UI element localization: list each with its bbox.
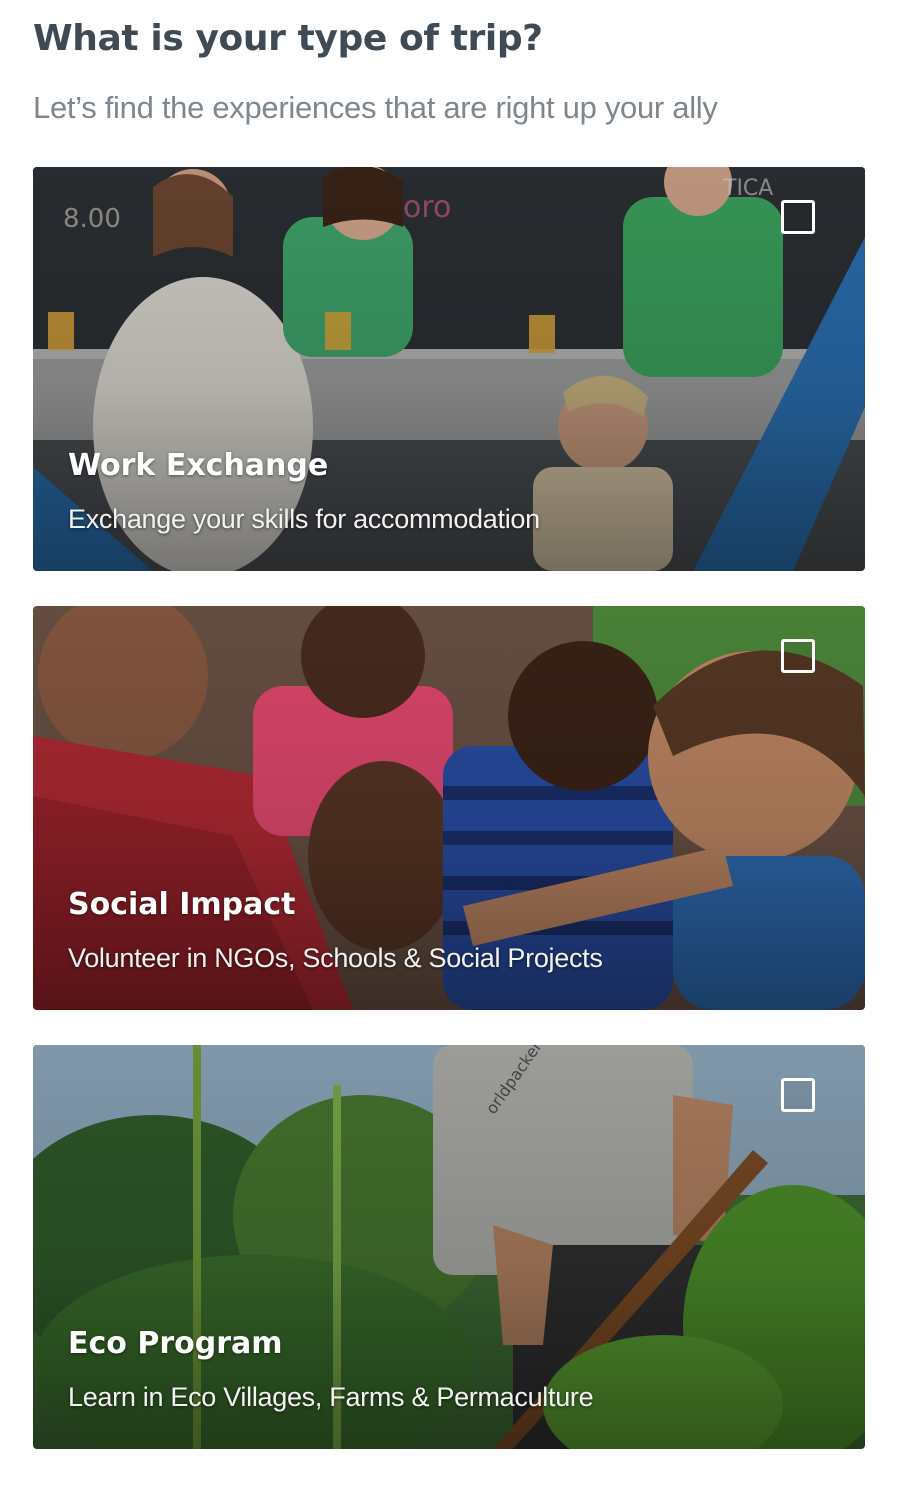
card-description: Learn in Eco Villages, Farms & Permacult…: [68, 1382, 594, 1412]
trip-card-eco-program[interactable]: orldpackers Eco Program Learn in Eco Vil…: [33, 1045, 865, 1449]
trip-card-social-impact[interactable]: Social Impact Volunteer in NGOs, Schools…: [33, 606, 865, 1010]
checkbox-unchecked-icon[interactable]: [781, 200, 815, 234]
page-subtitle: Let’s find the experiences that are righ…: [33, 90, 718, 125]
checkbox-unchecked-icon[interactable]: [781, 1078, 815, 1112]
card-description: Volunteer in NGOs, Schools & Social Proj…: [68, 943, 603, 973]
card-title: Social Impact: [68, 887, 296, 922]
trip-card-work-exchange[interactable]: 8.00 oro TICA Work Exchange Exchange you…: [33, 167, 865, 571]
card-title: Eco Program: [68, 1326, 283, 1361]
card-description: Exchange your skills for accommodation: [68, 504, 540, 534]
page-title: What is your type of trip?: [33, 18, 543, 59]
card-title: Work Exchange: [68, 448, 329, 483]
checkbox-unchecked-icon[interactable]: [781, 639, 815, 673]
